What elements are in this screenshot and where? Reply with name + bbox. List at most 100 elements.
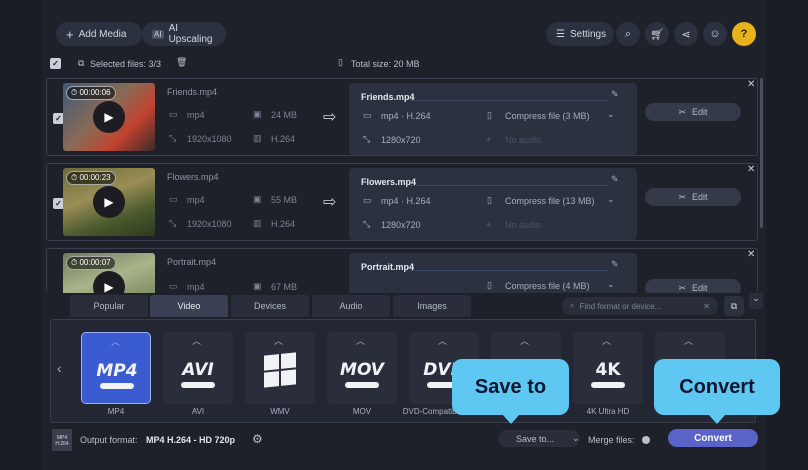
files-icon: ⧉ bbox=[78, 58, 85, 68]
container-icon: ▭ bbox=[363, 110, 372, 120]
help-icon[interactable]: ? bbox=[732, 22, 756, 46]
chevron-up-icon: ︿ bbox=[356, 336, 366, 346]
video-thumbnail[interactable]: ⏱ 00:00:07 ▶ bbox=[63, 253, 155, 293]
resize-icon: ⤡ bbox=[363, 134, 371, 144]
chevron-down-icon[interactable]: ⌄ bbox=[572, 433, 580, 444]
format-grid: ‹ ︿ MP4 MP4 ︿ AVI AVI ︿ WMV ︿ MOV MOV ︿ … bbox=[50, 319, 756, 423]
output-settings[interactable]: Flowers.mp4 ✎ ▭ mp4 · H.264 ▯ Compress f… bbox=[349, 168, 637, 240]
output-file-name[interactable]: Portrait.mp4 bbox=[361, 262, 414, 272]
windows-logo-icon bbox=[264, 352, 296, 388]
chevron-down-icon[interactable]: ⌄ bbox=[607, 109, 615, 120]
settings-button[interactable]: ☰ Settings bbox=[546, 22, 614, 46]
compress-icon: ▯ bbox=[487, 110, 492, 120]
compress-icon: ▯ bbox=[487, 195, 492, 205]
tab-popular[interactable]: Popular bbox=[70, 295, 148, 317]
remove-file-icon[interactable]: ✕ bbox=[747, 249, 755, 260]
ai-upscaling-label: AI Upscaling bbox=[168, 23, 213, 45]
edit-button[interactable]: ✂ Edit bbox=[645, 103, 741, 121]
video-badge bbox=[345, 382, 379, 388]
search-icon[interactable]: ⌕ bbox=[616, 22, 640, 46]
audio-track[interactable]: No audio bbox=[505, 220, 541, 230]
convert-button[interactable]: Convert bbox=[668, 429, 758, 447]
clear-icon[interactable]: ✕ bbox=[703, 302, 710, 311]
output-settings[interactable]: Friends.mp4 ✎ ▭ mp4 · H.264 ▯ Compress f… bbox=[349, 83, 637, 155]
account-icon[interactable]: ☺ bbox=[703, 22, 727, 46]
play-icon[interactable]: ▶ bbox=[93, 101, 125, 133]
edit-button[interactable]: ✂ Edit bbox=[645, 279, 741, 293]
audio-track[interactable]: No audio bbox=[505, 135, 541, 145]
duration-badge: ⏱ 00:00:23 bbox=[66, 171, 116, 185]
chevron-left-icon[interactable]: ‹ bbox=[57, 360, 62, 376]
format-4k[interactable]: ︿ 4K bbox=[573, 332, 643, 404]
file-row-friends[interactable]: ✓ ⏱ 00:00:06 ▶ Friends.mp4 ▭ mp4 ▣ 24 MB… bbox=[46, 78, 758, 156]
save-to-dropdown[interactable]: Save to... ⌄ bbox=[498, 430, 580, 447]
ai-upscaling-button[interactable]: AI AI Upscaling bbox=[142, 22, 226, 46]
save-to-callout: Save to bbox=[452, 359, 569, 424]
rename-pencil-icon[interactable]: ✎ bbox=[611, 89, 619, 100]
select-all-checkbox[interactable]: ✓ bbox=[50, 58, 61, 69]
compress-dropdown[interactable]: Compress file (13 MB) bbox=[505, 196, 595, 206]
rename-pencil-icon[interactable]: ✎ bbox=[611, 174, 619, 185]
chevron-up-icon: ︿ bbox=[602, 336, 612, 346]
remove-file-icon[interactable]: ✕ bbox=[747, 164, 755, 175]
toolbar: + Add Media AI AI Upscaling ☰ Settings ⌕… bbox=[42, 16, 766, 50]
scissors-icon: ✂ bbox=[678, 282, 687, 293]
container-icon: ▭ bbox=[169, 109, 178, 119]
remove-file-icon[interactable]: ✕ bbox=[747, 79, 755, 90]
format-wmv[interactable]: ︿ bbox=[245, 332, 315, 404]
format-avi[interactable]: ︿ AVI bbox=[163, 332, 233, 404]
gear-icon[interactable]: ⚙ bbox=[252, 432, 263, 446]
tab-audio[interactable]: Audio bbox=[312, 295, 390, 317]
video-thumbnail[interactable]: ⏱ 00:00:23 ▶ bbox=[63, 168, 155, 236]
compress-dropdown[interactable]: Compress file (4 MB) bbox=[505, 281, 590, 291]
file-name: Portrait.mp4 bbox=[167, 257, 217, 267]
film-icon: ▥ bbox=[253, 218, 262, 228]
share-icon[interactable]: ⋖ bbox=[674, 22, 698, 46]
rename-pencil-icon[interactable]: ✎ bbox=[611, 259, 619, 270]
output-resolution: 1280x720 bbox=[381, 220, 421, 230]
disk-icon: ▣ bbox=[253, 109, 262, 119]
container-icon: ▭ bbox=[363, 195, 372, 205]
chevron-up-icon: ︿ bbox=[520, 336, 530, 346]
trash-icon[interactable]: 🗑︎ bbox=[176, 57, 187, 68]
format-settings-icon[interactable]: ⧉ bbox=[724, 296, 744, 316]
output-file-name[interactable]: Friends.mp4 bbox=[361, 92, 415, 102]
compress-dropdown[interactable]: Compress file (3 MB) bbox=[505, 111, 590, 121]
cart-icon[interactable]: 🛒︎ bbox=[645, 22, 669, 46]
name-underline bbox=[411, 270, 607, 271]
play-icon[interactable]: ▶ bbox=[93, 271, 125, 293]
chevron-up-icon: ︿ bbox=[192, 336, 202, 346]
chevron-down-icon[interactable]: ⌄ bbox=[607, 279, 615, 290]
duration-badge: ⏱ 00:00:07 bbox=[66, 256, 116, 270]
container-icon: ▭ bbox=[169, 194, 178, 204]
compress-icon: ▯ bbox=[487, 280, 492, 290]
format-caption: WMV bbox=[270, 407, 290, 416]
format-mov[interactable]: ︿ MOV bbox=[327, 332, 397, 404]
convert-arrow-icon: ⇨ bbox=[323, 194, 337, 211]
merge-files-toggle[interactable] bbox=[642, 436, 650, 444]
collapse-chevron-icon[interactable]: ⌄ bbox=[749, 293, 763, 309]
output-file-name[interactable]: Flowers.mp4 bbox=[361, 177, 416, 187]
file-row-flowers[interactable]: ✓ ⏱ 00:00:23 ▶ Flowers.mp4 ▭ mp4 ▣ 55 MB… bbox=[46, 163, 758, 241]
chevron-up-icon: ︿ bbox=[684, 336, 694, 346]
sliders-icon: ☰ bbox=[556, 28, 565, 40]
scrollbar[interactable] bbox=[760, 78, 763, 228]
output-format: mp4 · H.264 bbox=[381, 196, 431, 206]
search-icon: ⌕ bbox=[570, 301, 575, 310]
total-size: Total size: 20 MB bbox=[351, 59, 420, 69]
add-media-button[interactable]: + Add Media bbox=[56, 22, 142, 46]
edit-button[interactable]: ✂ Edit bbox=[645, 188, 741, 206]
video-thumbnail[interactable]: ⏱ 00:00:06 ▶ bbox=[63, 83, 155, 151]
chevron-up-icon: ︿ bbox=[438, 336, 448, 346]
name-underline bbox=[411, 185, 607, 186]
tab-devices[interactable]: Devices bbox=[231, 295, 309, 317]
tab-images[interactable]: Images bbox=[393, 295, 471, 317]
format-search-field[interactable]: ⌕ Find format or device... ✕ bbox=[562, 297, 718, 315]
tab-video[interactable]: Video bbox=[150, 295, 228, 317]
ai-icon: AI bbox=[152, 29, 164, 39]
play-icon[interactable]: ▶ bbox=[93, 186, 125, 218]
file-row-portrait[interactable]: ⏱ 00:00:07 ▶ Portrait.mp4 ▭ mp4 ▣ 67 MB … bbox=[46, 248, 758, 293]
chevron-down-icon[interactable]: ⌄ bbox=[607, 194, 615, 205]
output-settings[interactable]: Portrait.mp4 ✎ ▯ Compress file (4 MB) ⌄ bbox=[349, 253, 637, 293]
format-mp4[interactable]: ︿ MP4 bbox=[81, 332, 151, 404]
